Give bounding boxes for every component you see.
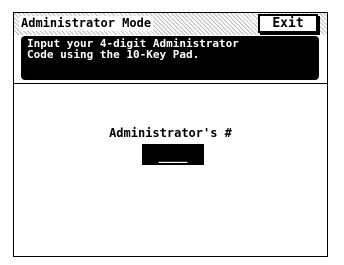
title-bar: Administrator Mode Exit bbox=[14, 13, 327, 35]
admin-code-field[interactable]: ____ bbox=[142, 144, 204, 165]
exit-button[interactable]: Exit bbox=[258, 14, 318, 33]
instruction-message: Input your 4-digit Administrator Code us… bbox=[21, 36, 319, 80]
divider bbox=[14, 83, 327, 84]
admin-number-label: Administrator's # bbox=[109, 126, 232, 140]
admin-mode-panel: Administrator Mode Exit Input your 4-dig… bbox=[13, 12, 328, 257]
instruction-line-2: Code using the 10-Key Pad. bbox=[27, 48, 200, 61]
window-title: Administrator Mode bbox=[19, 16, 154, 31]
